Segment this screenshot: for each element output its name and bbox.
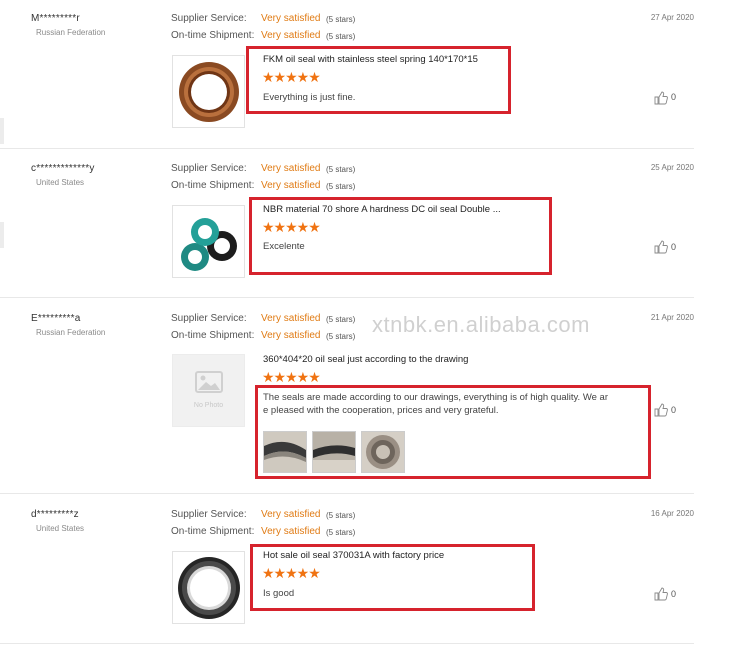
supplier-service-label: Supplier Service: [171,13,247,24]
thumbs-up-icon[interactable] [654,587,668,601]
product-thumbnail[interactable]: No Photo [172,354,245,427]
supplier-service-stars: (5 stars) [326,15,356,24]
supplier-service-rating: Very satisfied [261,509,321,520]
like-count: 0 [671,405,677,415]
product-thumbnail[interactable] [172,205,245,278]
buyer-name: d*********z [31,509,79,520]
ontime-shipment-label: On-time Shipment: [171,180,255,191]
review-date: 21 Apr 2020 [650,313,694,322]
highlight-box [246,46,511,114]
supplier-service-rating: Very satisfied [261,163,321,174]
no-photo-placeholder-icon [195,371,223,393]
review-divider [0,148,694,149]
buyer-name: E*********a [31,313,81,324]
ontime-shipment-rating: Very satisfied [261,526,321,537]
no-photo-label: No Photo [193,402,224,409]
ontime-shipment-stars: (5 stars) [326,182,356,191]
like-count: 0 [671,589,677,599]
buyer-country: United States [36,178,85,187]
review-divider [0,297,694,298]
review-date: 25 Apr 2020 [650,163,694,172]
supplier-service-rating: Very satisfied [261,313,321,324]
product-title[interactable]: 360*404*20 oil seal just according to th… [263,354,468,365]
like-count: 0 [671,92,677,102]
buyer-name: c*************y [31,163,95,174]
ontime-shipment-label: On-time Shipment: [171,30,255,41]
ontime-shipment-rating: Very satisfied [261,30,321,41]
product-thumbnail[interactable] [172,55,245,128]
supplier-service-stars: (5 stars) [326,315,356,324]
review-date: 27 Apr 2020 [650,13,694,22]
ontime-shipment-rating: Very satisfied [261,180,321,191]
green-oil-seals-photo-icon [181,218,237,271]
ontime-shipment-stars: (5 stars) [326,32,356,41]
thumbs-up-icon[interactable] [654,91,668,105]
supplier-service-stars: (5 stars) [326,165,356,174]
ontime-shipment-label: On-time Shipment: [171,330,255,341]
page-edge-mark [0,118,4,144]
page-edge-mark [0,222,4,248]
buyer-country: United States [36,524,85,533]
ontime-shipment-stars: (5 stars) [326,528,356,537]
ontime-shipment-label: On-time Shipment: [171,526,255,537]
watermark: xtnbk.en.alibaba.com [372,312,590,337]
highlight-box [249,197,552,275]
supplier-service-label: Supplier Service: [171,163,247,174]
supplier-service-label: Supplier Service: [171,313,247,324]
thumbs-up-icon[interactable] [654,240,668,254]
buyer-name: M*********r [31,13,80,24]
supplier-service-label: Supplier Service: [171,509,247,520]
like-count: 0 [671,242,677,252]
buyer-country: Russian Federation [36,328,106,337]
review-date: 16 Apr 2020 [650,509,694,518]
supplier-service-stars: (5 stars) [326,511,356,520]
brown-oil-seal-photo-icon [179,62,239,122]
buyer-country: Russian Federation [36,28,106,37]
review-divider [0,643,694,644]
ontime-shipment-stars: (5 stars) [326,332,356,341]
black-oil-seal-photo-icon [178,557,240,619]
thumbs-up-icon[interactable] [654,403,668,417]
product-thumbnail[interactable] [172,551,245,624]
review-divider [0,493,694,494]
highlight-box [255,385,651,479]
supplier-service-rating: Very satisfied [261,13,321,24]
ontime-shipment-rating: Very satisfied [261,330,321,341]
star-rating: ★★★★★ [262,369,321,385]
highlight-box [250,544,535,611]
